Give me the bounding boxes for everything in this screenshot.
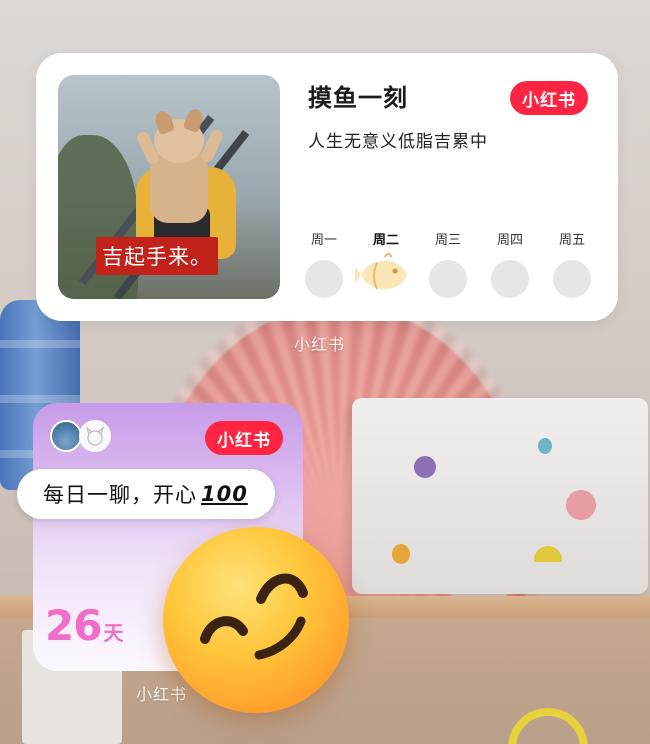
streak-count: 26 天 — [45, 601, 123, 650]
xiaohongshu-logo: 小红书 — [205, 421, 283, 455]
fish-icon — [355, 253, 407, 290]
day-dot — [429, 260, 467, 298]
photo-caption: 吉起手来。 — [96, 237, 218, 275]
day-label: 周一 — [310, 233, 337, 248]
day-fri: 周五 — [548, 229, 596, 298]
wallpaper-monitor — [352, 398, 648, 594]
weekday-tracker: 周一 周二 周三 周四 周五 — [300, 229, 600, 299]
chat-bubble: 每日一聊，开心 100 — [17, 469, 275, 519]
day-label: 周二 — [372, 233, 399, 248]
widget-app-label: 小红书 — [294, 335, 346, 354]
day-tue: 周二 — [355, 229, 410, 290]
xiaohongshu-logo: 小红书 — [510, 81, 588, 115]
chat-message: 每日一聊，开心 — [43, 483, 197, 507]
moyu-widget[interactable]: 吉起手来。 摸鱼一刻 人生无意义低脂吉累中 小红书 周一 周二 周三 周四 周五 — [36, 53, 618, 321]
day-wed: 周三 — [424, 229, 472, 298]
avatar — [50, 420, 82, 452]
day-dot — [553, 260, 591, 298]
day-label: 周五 — [558, 233, 585, 248]
day-label: 周三 — [434, 233, 461, 248]
avatar — [79, 420, 111, 452]
day-mon: 周一 — [300, 229, 348, 298]
widget-photo: 吉起手来。 — [58, 75, 280, 299]
hundred-points-icon: 100 — [201, 482, 248, 506]
widget-subtitle: 人生无意义低脂吉累中 — [308, 132, 488, 152]
day-label: 周四 — [496, 233, 523, 248]
streak-unit: 天 — [103, 621, 124, 645]
widget-title: 摸鱼一刻 — [308, 84, 408, 112]
smiling-face-emoji — [163, 527, 349, 713]
day-thu: 周四 — [486, 229, 534, 298]
streak-number: 26 — [45, 601, 102, 650]
day-dot — [305, 260, 343, 298]
day-dot — [491, 260, 529, 298]
